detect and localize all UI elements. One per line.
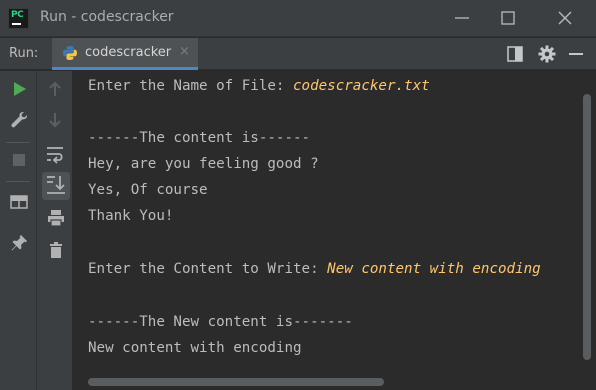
print-button[interactable] xyxy=(46,208,66,228)
python-icon xyxy=(63,46,77,60)
print-icon xyxy=(48,210,64,227)
minimize-icon xyxy=(455,17,469,19)
content-line: Yes, Of course xyxy=(88,182,208,198)
run-label: Run: xyxy=(9,46,39,61)
window-title: Run - codescracker xyxy=(40,9,174,25)
pycharm-logo-icon: PC xyxy=(8,8,29,29)
console-line: Enter the Content to Write: New content … xyxy=(88,261,541,281)
minimize-panel-icon xyxy=(569,53,583,55)
user-input-filename: codescracker.txt xyxy=(293,78,430,94)
arrow-down-icon xyxy=(49,113,61,128)
pin-tab-button[interactable] xyxy=(9,233,29,253)
edit-configuration-button[interactable] xyxy=(9,110,29,130)
tab-close-button[interactable]: × xyxy=(179,44,190,59)
content-header: ------The content is------ xyxy=(88,130,311,146)
soft-wrap-icon xyxy=(47,147,63,164)
console-actions-toolbar xyxy=(37,71,73,390)
tab-label: codescracker xyxy=(85,45,172,60)
minimize-button[interactable] xyxy=(450,6,474,30)
close-window-button[interactable] xyxy=(553,6,577,30)
restore-layout-button[interactable] xyxy=(9,192,29,212)
run-tool-window-header: Run: codescracker × xyxy=(0,38,596,70)
arrow-up-icon xyxy=(49,81,61,96)
horizontal-scroll-thumb[interactable] xyxy=(88,378,384,386)
scroll-to-end-icon xyxy=(47,176,65,194)
previous-occurrence-button[interactable] xyxy=(45,79,65,99)
stop-icon xyxy=(13,154,25,166)
clear-all-button[interactable] xyxy=(46,240,66,260)
run-actions-toolbar xyxy=(0,71,37,390)
close-icon xyxy=(558,11,572,25)
wrench-icon xyxy=(11,112,27,128)
maximize-button[interactable] xyxy=(496,6,520,30)
maximize-icon xyxy=(501,11,515,25)
pin-icon xyxy=(11,235,27,251)
settings-button[interactable] xyxy=(538,45,556,63)
layout-icon xyxy=(10,195,28,209)
console-line: Enter the Name of File: codescracker.txt xyxy=(88,78,430,98)
tab-codescracker[interactable]: codescracker × xyxy=(52,38,198,70)
play-icon xyxy=(14,82,26,96)
gear-icon xyxy=(538,45,556,63)
rerun-button[interactable] xyxy=(9,79,29,99)
vertical-scroll-thumb[interactable] xyxy=(583,94,591,360)
title-bar: PC Run - codescracker xyxy=(0,0,596,37)
prompt-content: Enter the Content to Write: xyxy=(88,261,328,277)
new-content-line: New content with encoding xyxy=(88,340,302,356)
trash-icon xyxy=(50,242,62,258)
scroll-to-end-toggle[interactable] xyxy=(42,172,70,200)
content-line: Thank You! xyxy=(88,208,174,224)
hide-panel-button[interactable] xyxy=(566,45,586,63)
soft-wrap-button[interactable] xyxy=(45,144,65,164)
layout-options-button[interactable] xyxy=(506,45,524,63)
new-content-header: ------The New content is------- xyxy=(88,314,353,330)
console-output[interactable]: Enter the Name of File: codescracker.txt… xyxy=(74,71,580,376)
panel-layout-icon xyxy=(507,46,523,62)
next-occurrence-button[interactable] xyxy=(45,110,65,130)
content-line: Hey, are you feeling good ? xyxy=(88,156,319,172)
stop-button[interactable] xyxy=(9,150,29,170)
user-input-content: New content with encoding xyxy=(327,261,541,277)
prompt-filename: Enter the Name of File: xyxy=(88,78,293,94)
